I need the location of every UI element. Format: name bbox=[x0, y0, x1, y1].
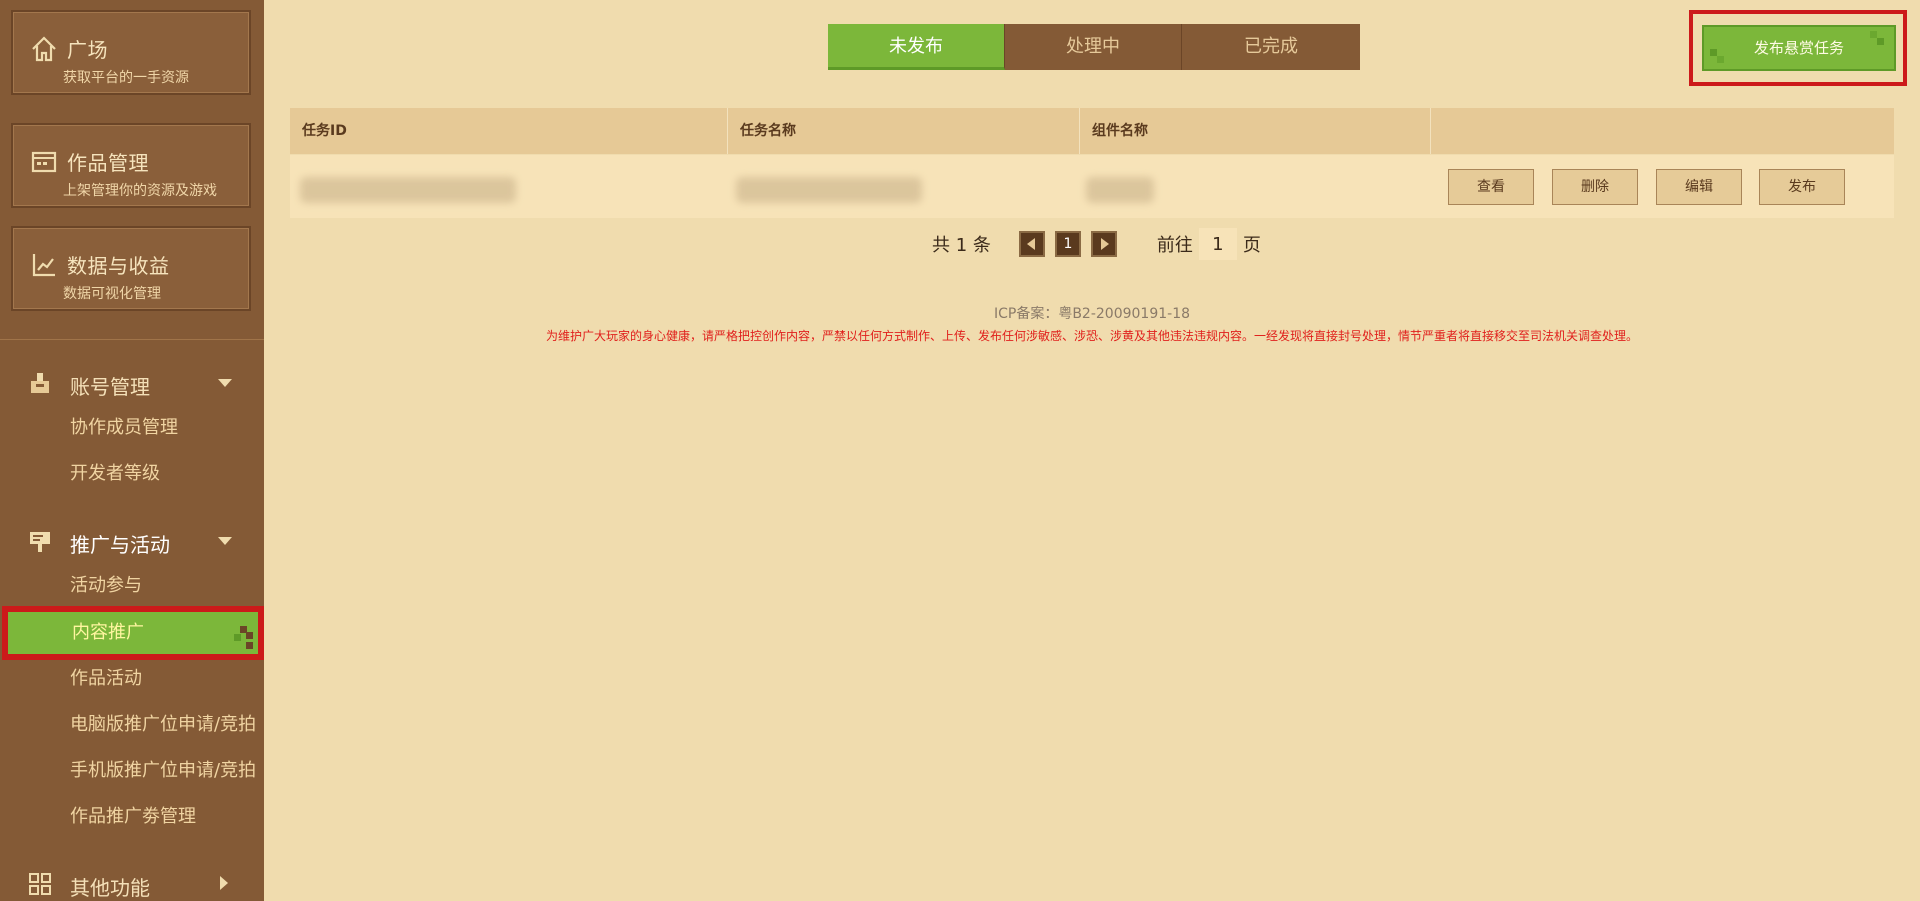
pixel-deco bbox=[1710, 49, 1717, 56]
sidebar-group-label: 推广与活动 bbox=[70, 533, 170, 557]
sidebar-item-collaborators[interactable]: 协作成员管理 bbox=[0, 408, 264, 448]
pixel-deco bbox=[1717, 56, 1724, 63]
sidebar-group-promotion[interactable]: 推广与活动 bbox=[0, 521, 264, 561]
next-page-icon[interactable] bbox=[1090, 231, 1117, 257]
folder-icon bbox=[31, 151, 57, 173]
edit-button[interactable]: 编辑 bbox=[1656, 169, 1742, 205]
nav-card-subtitle: 数据可视化管理 bbox=[63, 286, 161, 302]
sidebar-item-promo-coupons[interactable]: 作品推广劵管理 bbox=[0, 797, 264, 837]
sidebar-item-pc-promo-slot[interactable]: 电脑版推广位申请/竞拍 bbox=[0, 705, 264, 745]
chevron-down-icon bbox=[218, 379, 232, 387]
nav-card-title: 广场 bbox=[67, 38, 108, 62]
nav-card-title: 数据与收益 bbox=[67, 254, 170, 278]
chart-icon bbox=[32, 254, 55, 277]
redacted-text bbox=[300, 177, 516, 203]
nav-card-data[interactable]: 数据与收益 数据可视化管理 bbox=[11, 226, 251, 311]
column-header-component-name: 组件名称 bbox=[1080, 108, 1431, 154]
nav-card-title: 作品管理 bbox=[67, 151, 149, 175]
publish-row-button[interactable]: 发布 bbox=[1759, 169, 1845, 205]
publish-button-highlight: 发布悬赏任务 bbox=[1689, 10, 1907, 86]
page-suffix: 页 bbox=[1242, 235, 1261, 256]
table-header: 任务ID 任务名称 组件名称 bbox=[290, 108, 1894, 154]
redacted-text bbox=[1086, 177, 1154, 203]
sidebar-item-event-participation[interactable]: 活动参与 bbox=[0, 566, 264, 606]
sidebar: 广场 获取平台的一手资源 作品管理 上架管理你的资源及游戏 数据与收益 数据可视… bbox=[0, 0, 264, 901]
home-icon bbox=[32, 36, 56, 62]
sidebar-item-content-promotion[interactable]: 内容推广 bbox=[2, 606, 264, 660]
nav-card-works[interactable]: 作品管理 上架管理你的资源及游戏 bbox=[11, 123, 251, 208]
pixel-deco bbox=[1870, 31, 1877, 38]
pagination-total: 共 1 条 bbox=[932, 235, 991, 256]
sidebar-item-developer-level[interactable]: 开发者等级 bbox=[0, 454, 264, 494]
grid-icon bbox=[29, 873, 51, 895]
column-header-task-id: 任务ID bbox=[290, 108, 728, 154]
sidebar-group-other[interactable]: 其他功能 bbox=[0, 864, 264, 901]
publish-bounty-label: 发布悬赏任务 bbox=[1753, 39, 1844, 57]
pixel-deco bbox=[234, 634, 241, 641]
sidebar-item-mobile-promo-slot[interactable]: 手机版推广位申请/竞拍 bbox=[0, 751, 264, 791]
column-header-actions bbox=[1431, 108, 1894, 154]
sidebar-group-label: 账号管理 bbox=[70, 375, 150, 399]
sidebar-item-label: 内容推广 bbox=[72, 622, 144, 643]
status-tabs: 未发布 处理中 已完成 bbox=[828, 24, 1360, 70]
chevron-right-icon bbox=[220, 876, 228, 890]
pixel-deco bbox=[246, 632, 253, 639]
tab-unpublished[interactable]: 未发布 bbox=[828, 24, 1005, 70]
cell-task-id bbox=[290, 155, 728, 219]
app-root: 广场 获取平台的一手资源 作品管理 上架管理你的资源及游戏 数据与收益 数据可视… bbox=[0, 0, 1920, 901]
content-warning: 为维护广大玩家的身心健康，请严格把控创作内容，严禁以任何方式制作、上传、发布任何… bbox=[545, 329, 1638, 343]
icp-record: ICP备案：粤B2-20090191-18 bbox=[993, 306, 1191, 322]
view-button[interactable]: 查看 bbox=[1448, 169, 1534, 205]
nav-card-square[interactable]: 广场 获取平台的一手资源 bbox=[11, 10, 251, 95]
nav-card-subtitle: 上架管理你的资源及游戏 bbox=[63, 183, 217, 199]
delete-button[interactable]: 删除 bbox=[1552, 169, 1638, 205]
cell-task-name bbox=[728, 155, 1080, 219]
goto-page-input[interactable] bbox=[1198, 228, 1237, 260]
sidebar-group-label: 其他功能 bbox=[70, 876, 150, 900]
sidebar-item-works-activity[interactable]: 作品活动 bbox=[0, 659, 264, 699]
cell-actions: 查看 删除 编辑 发布 bbox=[1431, 155, 1894, 219]
tab-processing[interactable]: 处理中 bbox=[1005, 24, 1182, 70]
column-header-task-name: 任务名称 bbox=[728, 108, 1080, 154]
chevron-down-icon bbox=[218, 537, 232, 545]
publish-bounty-button[interactable]: 发布悬赏任务 bbox=[1702, 25, 1896, 71]
pixel-deco bbox=[246, 642, 253, 649]
nav-card-subtitle: 获取平台的一手资源 bbox=[63, 70, 189, 86]
tab-completed[interactable]: 已完成 bbox=[1182, 24, 1360, 70]
account-icon bbox=[31, 373, 49, 393]
pixel-deco bbox=[1877, 38, 1884, 45]
pagination: 共 1 条 1 前往 页 bbox=[932, 226, 1261, 262]
table-row: 查看 删除 编辑 发布 bbox=[290, 154, 1894, 218]
redacted-text bbox=[736, 177, 922, 203]
goto-label: 前往 bbox=[1156, 235, 1193, 256]
cell-component-name bbox=[1080, 155, 1431, 219]
task-table: 任务ID 任务名称 组件名称 查看 删除 编辑 发布 bbox=[290, 108, 1894, 218]
sidebar-group-account[interactable]: 账号管理 bbox=[0, 363, 264, 403]
sign-icon bbox=[30, 532, 50, 552]
prev-page-icon[interactable] bbox=[1018, 231, 1045, 257]
sidebar-divider bbox=[0, 339, 264, 340]
main-content: 未发布 处理中 已完成 发布悬赏任务 任务ID 任务名称 组件名称 查看 删除 … bbox=[264, 0, 1920, 901]
page-number-button[interactable]: 1 bbox=[1054, 231, 1081, 257]
